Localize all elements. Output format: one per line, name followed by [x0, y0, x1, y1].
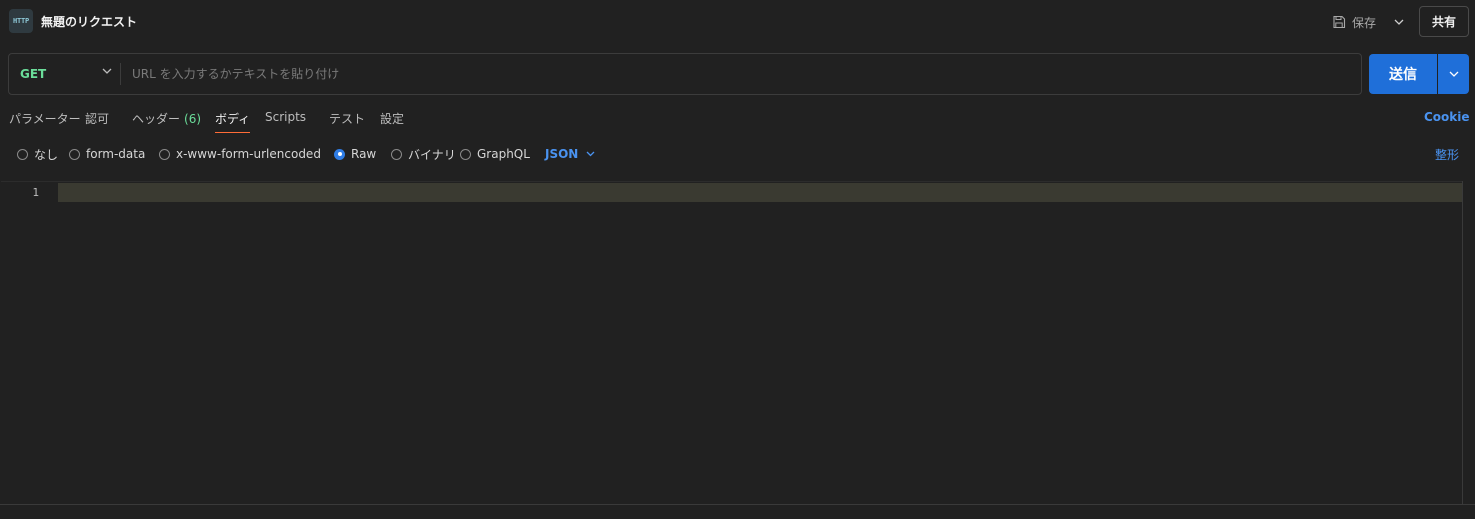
line-number: 1	[32, 186, 39, 199]
line-number-gutter: 1	[1, 182, 57, 504]
current-line-highlight[interactable]	[58, 183, 1463, 202]
tab-scripts[interactable]: Scripts	[265, 104, 306, 134]
raw-language-select[interactable]: JSON	[545, 146, 595, 162]
tab-body[interactable]: ボディ	[215, 104, 251, 134]
tab-settings[interactable]: 設定	[380, 104, 404, 134]
request-tabs: パラメーター 認可 ヘッダー (6) ボディ Scripts テスト 設定	[0, 104, 1475, 134]
save-options-button[interactable]	[1388, 10, 1410, 34]
cookies-link[interactable]: Cookie	[1424, 110, 1470, 124]
request-header: HTTP 無題のリクエスト 保存 共有	[0, 0, 1475, 44]
radio-button[interactable]	[159, 148, 170, 160]
chevron-down-icon	[1394, 19, 1404, 25]
radio-label: バイナリ	[408, 147, 456, 162]
tab-authorization[interactable]: 認可	[85, 104, 109, 134]
radio-label: なし	[34, 147, 59, 162]
body-type-form-data[interactable]: form-data	[69, 146, 145, 162]
body-type-binary[interactable]: バイナリ	[391, 146, 456, 162]
editor-scrollbar-track[interactable]	[1462, 181, 1463, 504]
chevron-down-icon	[586, 151, 595, 157]
tab-label: 認可	[85, 112, 110, 126]
save-button[interactable]: 保存	[1332, 10, 1376, 34]
raw-language-label: JSON	[545, 147, 579, 161]
tab-label: パラメーター	[9, 112, 81, 126]
url-input[interactable]	[121, 54, 1361, 94]
tab-headers[interactable]: ヘッダー (6)	[132, 104, 201, 134]
save-label: 保存	[1352, 15, 1377, 30]
tab-label: Scripts	[265, 110, 307, 124]
chevron-down-icon	[102, 68, 112, 74]
body-type-raw[interactable]: Raw	[334, 146, 376, 162]
method-label: GET	[20, 67, 47, 81]
send-options-button[interactable]	[1438, 54, 1469, 94]
http-badge-text: HTTP	[12, 17, 30, 25]
radio-label: Raw	[351, 147, 377, 161]
tab-label: ヘッダー	[132, 112, 181, 126]
body-type-selector: なし form-data x-www-form-urlencoded Raw バ…	[0, 142, 1475, 166]
tab-label: テスト	[329, 112, 366, 126]
chevron-down-icon	[1449, 71, 1459, 77]
radio-button[interactable]	[69, 148, 80, 160]
radio-button[interactable]	[17, 148, 28, 160]
tab-params[interactable]: パラメーター	[9, 104, 81, 134]
send-button[interactable]: 送信	[1369, 54, 1437, 94]
radio-button-selected[interactable]	[334, 148, 345, 160]
method-select[interactable]: GET	[9, 54, 120, 94]
body-type-graphql[interactable]: GraphQL	[460, 146, 530, 162]
tab-tests[interactable]: テスト	[329, 104, 365, 134]
tab-label: ボディ	[215, 112, 251, 126]
radio-button[interactable]	[460, 148, 471, 160]
body-type-none[interactable]: なし	[17, 146, 58, 162]
url-bar: GET	[8, 53, 1362, 95]
radio-button[interactable]	[391, 148, 402, 160]
radio-label: form-data	[86, 147, 146, 161]
request-title[interactable]: 無題のリクエスト	[41, 13, 137, 30]
radio-label: GraphQL	[477, 147, 530, 161]
beautify-button[interactable]: 整形	[1435, 146, 1459, 163]
headers-count-badge: (6)	[184, 112, 202, 126]
tab-label: 設定	[380, 112, 405, 126]
panel-divider	[0, 504, 1475, 505]
http-request-icon: HTTP	[9, 9, 33, 33]
code-editor[interactable]: 1	[1, 181, 1463, 504]
share-button[interactable]: 共有	[1419, 6, 1469, 37]
body-type-urlencoded[interactable]: x-www-form-urlencoded	[159, 146, 321, 162]
radio-label: x-www-form-urlencoded	[176, 147, 321, 161]
save-icon	[1332, 15, 1346, 29]
